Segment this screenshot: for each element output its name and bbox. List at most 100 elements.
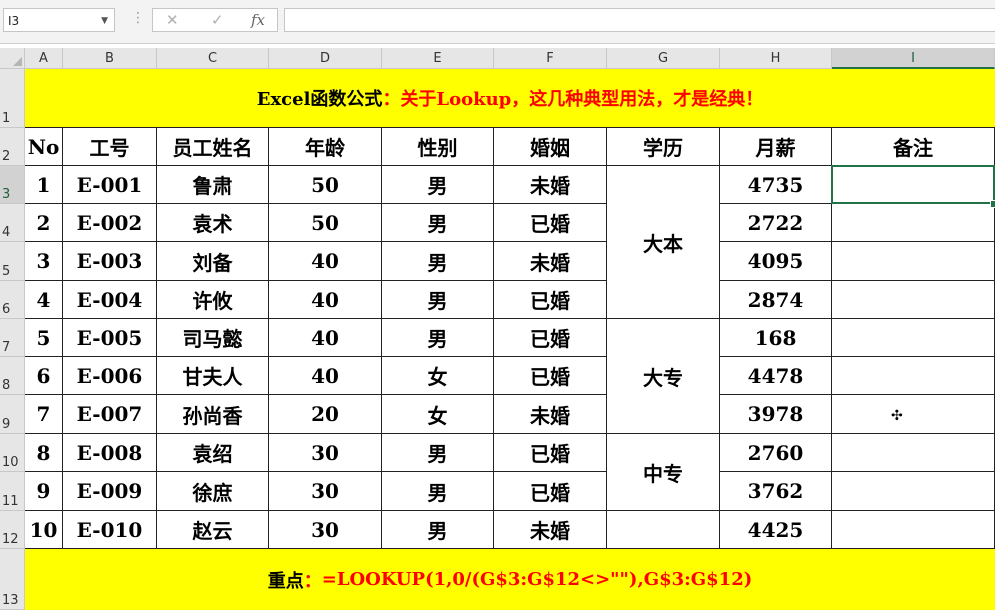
footer-formula-note[interactable]: 重点： =LOOKUP(1,0/(G$3:G$12<>""),G$3:G$12)	[25, 549, 995, 610]
cell-salary[interactable]: 168	[720, 319, 832, 357]
cell-salary[interactable]: 4735	[720, 166, 832, 204]
cell-marriage[interactable]: 已婚	[494, 357, 607, 395]
cell-id[interactable]: E-003	[63, 242, 157, 281]
row-header-11[interactable]: 11	[0, 472, 25, 511]
column-header-a[interactable]: A	[25, 48, 63, 69]
cell-remark[interactable]	[832, 204, 995, 242]
cell-no[interactable]: 6	[25, 357, 63, 395]
cell-name[interactable]: 赵云	[157, 511, 269, 549]
header-cell[interactable]: 婚姻	[494, 128, 607, 166]
row-header-8[interactable]: 8	[0, 357, 25, 395]
cell-age[interactable]: 40	[269, 242, 382, 281]
cell-gender[interactable]: 男	[382, 319, 494, 357]
cell-gender[interactable]: 女	[382, 357, 494, 395]
cell-name[interactable]: 袁术	[157, 204, 269, 242]
cell-name[interactable]: 许攸	[157, 281, 269, 319]
enter-icon[interactable]: ✓	[211, 11, 224, 29]
cell-age[interactable]: 40	[269, 281, 382, 319]
cell-name[interactable]: 徐庶	[157, 472, 269, 511]
column-header-f[interactable]: F	[494, 48, 607, 69]
cell-name[interactable]: 鲁肃	[157, 166, 269, 204]
cell-marriage[interactable]: 未婚	[494, 242, 607, 281]
fill-handle[interactable]	[990, 200, 995, 208]
column-header-b[interactable]: B	[63, 48, 157, 69]
cell-marriage[interactable]: 未婚	[494, 166, 607, 204]
cell-no[interactable]: 9	[25, 472, 63, 511]
cell-gender[interactable]: 男	[382, 281, 494, 319]
cell-age[interactable]: 30	[269, 511, 382, 549]
header-cell[interactable]: 工号	[63, 128, 157, 166]
row-header-1[interactable]: 1	[0, 69, 25, 128]
sheet-title[interactable]: Excel函数公式：关于Lookup，这几种典型用法，才是经典！	[25, 69, 995, 128]
cell-gender[interactable]: 男	[382, 472, 494, 511]
row-header-6[interactable]: 6	[0, 281, 25, 319]
cell-id[interactable]: E-009	[63, 472, 157, 511]
cell-salary[interactable]: 4425	[720, 511, 832, 549]
cell-name[interactable]: 袁绍	[157, 434, 269, 472]
cell-age[interactable]: 50	[269, 166, 382, 204]
cell-no[interactable]: 1	[25, 166, 63, 204]
cell-age[interactable]: 40	[269, 319, 382, 357]
cell-education[interactable]	[607, 511, 720, 549]
cell-remark[interactable]	[832, 281, 995, 319]
cell-remark[interactable]	[832, 472, 995, 511]
cell-age[interactable]: 40	[269, 357, 382, 395]
fx-icon[interactable]: fx	[251, 11, 265, 29]
column-header-i[interactable]: I	[832, 48, 995, 69]
cell-salary[interactable]: 4095	[720, 242, 832, 281]
cell-gender[interactable]: 男	[382, 434, 494, 472]
cell-no[interactable]: 2	[25, 204, 63, 242]
cell-salary[interactable]: 2722	[720, 204, 832, 242]
cell-salary[interactable]: 3978	[720, 395, 832, 434]
name-box[interactable]: I3 ▼	[3, 8, 115, 32]
row-header-7[interactable]: 7	[0, 319, 25, 357]
column-header-c[interactable]: C	[157, 48, 269, 69]
row-header-10[interactable]: 10	[0, 434, 25, 472]
cell-no[interactable]: 8	[25, 434, 63, 472]
cell-remark[interactable]	[832, 166, 995, 204]
column-header-e[interactable]: E	[382, 48, 494, 69]
header-cell[interactable]: 年龄	[269, 128, 382, 166]
cell-no[interactable]: 4	[25, 281, 63, 319]
cell-education[interactable]: 大专	[607, 319, 720, 434]
cell-id[interactable]: E-006	[63, 357, 157, 395]
cell-marriage[interactable]: 已婚	[494, 434, 607, 472]
cell-age[interactable]: 30	[269, 434, 382, 472]
cell-salary[interactable]: 2760	[720, 434, 832, 472]
cell-name[interactable]: 刘备	[157, 242, 269, 281]
cell-id[interactable]: E-005	[63, 319, 157, 357]
cell-name[interactable]: 司马懿	[157, 319, 269, 357]
cell-gender[interactable]: 女	[382, 395, 494, 434]
column-header-h[interactable]: H	[720, 48, 832, 69]
row-header-3[interactable]: 3	[0, 166, 25, 204]
cell-id[interactable]: E-004	[63, 281, 157, 319]
cell-name[interactable]: 孙尚香	[157, 395, 269, 434]
cell-remark[interactable]	[832, 511, 995, 549]
cell-education[interactable]: 大本	[607, 166, 720, 319]
cell-remark[interactable]	[832, 395, 995, 434]
cell-id[interactable]: E-010	[63, 511, 157, 549]
formula-input[interactable]	[284, 8, 995, 32]
cell-remark[interactable]	[832, 357, 995, 395]
row-header-13[interactable]: 13	[0, 549, 25, 610]
cell-no[interactable]: 3	[25, 242, 63, 281]
select-all-corner[interactable]	[0, 48, 25, 69]
cell-gender[interactable]: 男	[382, 242, 494, 281]
row-header-5[interactable]: 5	[0, 242, 25, 281]
cell-id[interactable]: E-008	[63, 434, 157, 472]
cell-age[interactable]: 30	[269, 472, 382, 511]
header-cell[interactable]: 学历	[607, 128, 720, 166]
cell-id[interactable]: E-002	[63, 204, 157, 242]
header-cell[interactable]: 月薪	[720, 128, 832, 166]
row-header-12[interactable]: 12	[0, 511, 25, 549]
cell-marriage[interactable]: 已婚	[494, 281, 607, 319]
row-header-4[interactable]: 4	[0, 204, 25, 242]
cell-name[interactable]: 甘夫人	[157, 357, 269, 395]
cell-remark[interactable]	[832, 242, 995, 281]
cell-marriage[interactable]: 未婚	[494, 511, 607, 549]
header-cell[interactable]: 员工姓名	[157, 128, 269, 166]
cell-education[interactable]: 中专	[607, 434, 720, 511]
row-header-9[interactable]: 9	[0, 395, 25, 434]
cell-id[interactable]: E-001	[63, 166, 157, 204]
header-cell[interactable]: 性别	[382, 128, 494, 166]
